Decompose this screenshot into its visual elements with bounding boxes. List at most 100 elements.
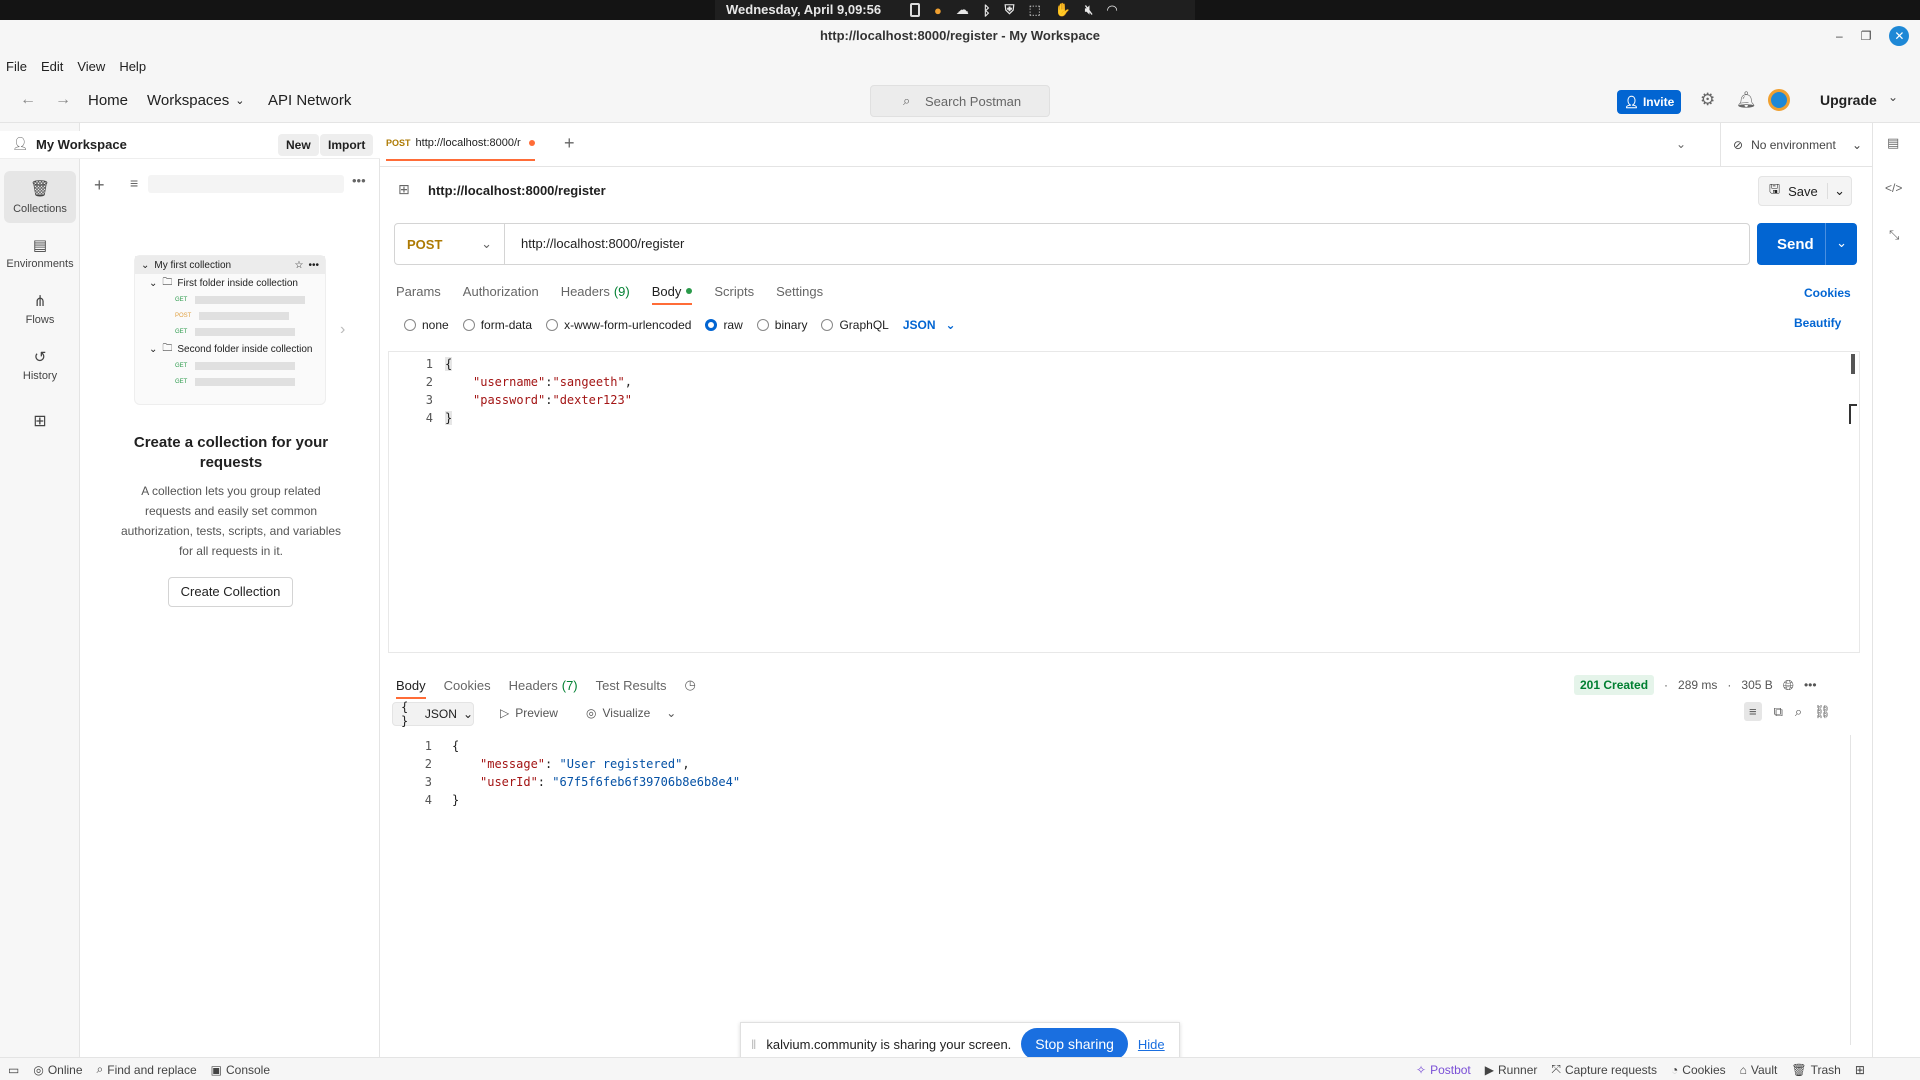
request-tab[interactable]: POST http://localhost:8000/r: [386, 137, 535, 161]
status-badge[interactable]: 201 Created: [1574, 675, 1655, 695]
viewer-scrollbar-track[interactable]: [1850, 735, 1851, 1045]
response-tab-body[interactable]: Body: [396, 678, 426, 699]
import-button[interactable]: Import: [320, 134, 374, 156]
method-select[interactable]: POST ⌄: [395, 224, 505, 264]
response-tab-headers[interactable]: Headers (7): [509, 678, 578, 693]
runner-button[interactable]: ▶ Runner: [1485, 1063, 1538, 1077]
hide-link[interactable]: Hide: [1138, 1037, 1165, 1052]
nav-workspaces[interactable]: Workspaces ⌄: [147, 92, 244, 109]
response-body-viewer[interactable]: 1 2 3 4 { "message": "User registered", …: [388, 735, 1856, 1055]
maximize-icon[interactable]: ❐: [1861, 29, 1872, 43]
nav-home[interactable]: Home: [88, 92, 128, 109]
tabs-dropdown-icon[interactable]: ⌄: [1676, 137, 1686, 151]
cookies-button[interactable]: ◔ Cookies: [1671, 1063, 1726, 1077]
body-type-raw[interactable]: raw: [705, 318, 743, 332]
nav-api-network[interactable]: API Network: [268, 92, 351, 109]
response-format-select[interactable]: { } JSON ⌄: [392, 700, 474, 728]
tab-headers[interactable]: Headers (9): [561, 284, 630, 299]
add-icon[interactable]: +: [94, 175, 105, 196]
menu-file[interactable]: File: [6, 59, 27, 74]
visualize-button[interactable]: ◎ Visualize ⌄: [586, 706, 676, 720]
response-time[interactable]: 289 ms: [1678, 678, 1717, 692]
workspace-name[interactable]: My Workspace: [36, 137, 127, 152]
avatar[interactable]: [1768, 89, 1790, 111]
clipboard-icon[interactable]: [910, 3, 920, 17]
find-replace-button[interactable]: ⌕ Find and replace: [97, 1062, 197, 1077]
wifi-icon[interactable]: ◠: [1107, 2, 1117, 18]
stop-sharing-button[interactable]: Stop sharing: [1021, 1028, 1128, 1060]
weather-icon[interactable]: ●: [934, 3, 942, 18]
back-arrow-icon[interactable]: ←: [20, 91, 36, 109]
globe-icon[interactable]: 🌐︎: [1783, 677, 1794, 694]
rail-more[interactable]: ⊞: [4, 395, 76, 447]
copy-icon[interactable]: ⧉: [1774, 704, 1783, 720]
new-button[interactable]: New: [278, 134, 319, 156]
more-options-icon[interactable]: •••: [352, 173, 366, 188]
tab-params[interactable]: Params: [396, 284, 441, 299]
capture-requests-button[interactable]: ⤧ Capture requests: [1551, 1062, 1657, 1077]
forward-arrow-icon[interactable]: →: [55, 91, 71, 109]
response-size[interactable]: 305 B: [1741, 678, 1772, 692]
rail-history[interactable]: ↺ History: [4, 339, 76, 391]
bluetooth-icon[interactable]: ᛒ: [983, 3, 991, 18]
beautify-button[interactable]: Beautify: [1794, 316, 1841, 330]
hand-icon[interactable]: ✋: [1055, 2, 1071, 18]
rail-flows[interactable]: ⋔ Flows: [4, 283, 76, 335]
invite-button[interactable]: 👤︎ Invite: [1617, 90, 1681, 114]
request-title[interactable]: http://localhost:8000/register: [428, 183, 606, 198]
search-bar[interactable]: ⌕ Search Postman: [870, 85, 1050, 117]
sidebar-search-input[interactable]: [148, 175, 344, 193]
online-status[interactable]: ◎ Online: [33, 1063, 82, 1077]
tab-body[interactable]: Body: [651, 284, 693, 305]
collapse-icon[interactable]: ⤡: [1889, 227, 1899, 243]
create-collection-button[interactable]: Create Collection: [168, 577, 293, 607]
trash-button[interactable]: 🗑︎ Trash: [1791, 1063, 1840, 1077]
wrap-lines-icon[interactable]: ≡: [1744, 702, 1762, 721]
code-snippet-icon[interactable]: </>: [1885, 181, 1902, 195]
toggle-sidebar-icon[interactable]: ▭: [8, 1063, 19, 1077]
search-icon[interactable]: ⌕: [1795, 704, 1802, 720]
postbot-button[interactable]: ✧ Postbot: [1416, 1063, 1471, 1077]
send-options-chevron-icon[interactable]: ⌄: [1825, 223, 1857, 265]
close-icon[interactable]: ✕: [1889, 26, 1910, 46]
response-tab-cookies[interactable]: Cookies: [444, 678, 491, 693]
upgrade-button[interactable]: Upgrade: [1820, 92, 1877, 108]
filter-icon[interactable]: ≡: [130, 175, 138, 191]
vault-button[interactable]: ⌂ Vault: [1740, 1063, 1778, 1077]
menu-edit[interactable]: Edit: [41, 59, 63, 74]
history-icon[interactable]: ◷: [684, 677, 695, 693]
new-tab-plus-icon[interactable]: +: [564, 133, 575, 154]
tab-scripts[interactable]: Scripts: [714, 284, 754, 299]
editor-scrollbar[interactable]: [1851, 354, 1855, 374]
drag-handle-icon[interactable]: ‖: [751, 1037, 756, 1052]
cloud-icon[interactable]: ☁: [956, 2, 969, 18]
body-format-select[interactable]: JSON ⌄: [903, 318, 956, 332]
request-body-editor[interactable]: 1 2 3 4 { "username":"sangeeth", "passwo…: [388, 351, 1860, 653]
layout-toggle-icon[interactable]: ⊞: [1855, 1063, 1865, 1077]
link-icon[interactable]: ⛓: [1814, 704, 1831, 720]
rail-collections[interactable]: 🗑︎ Collections: [4, 171, 76, 223]
console-button[interactable]: ▣ Console: [211, 1063, 270, 1077]
rail-environments[interactable]: ▤ Environments: [4, 227, 76, 279]
body-type-urlencoded[interactable]: x-www-form-urlencoded: [546, 318, 691, 332]
shield-icon[interactable]: ⛨: [1005, 2, 1015, 18]
menu-view[interactable]: View: [77, 59, 105, 74]
menu-help[interactable]: Help: [119, 59, 146, 74]
response-tab-test-results[interactable]: Test Results: [596, 678, 667, 693]
response-more-icon[interactable]: •••: [1804, 678, 1817, 692]
settings-gear-icon[interactable]: ⚙: [1700, 90, 1715, 110]
body-type-none[interactable]: none: [404, 318, 449, 332]
send-button[interactable]: Send ⌄: [1757, 223, 1857, 265]
save-options-chevron-icon[interactable]: ⌄: [1827, 183, 1845, 199]
body-type-graphql[interactable]: GraphQL: [821, 318, 889, 332]
documentation-icon[interactable]: ▤: [1887, 135, 1899, 151]
tab-settings[interactable]: Settings: [776, 284, 823, 299]
notification-bell-icon[interactable]: 🔔︎: [1736, 90, 1756, 110]
cookies-link[interactable]: Cookies: [1804, 286, 1851, 300]
minimize-icon[interactable]: –: [1836, 29, 1843, 43]
url-input[interactable]: http://localhost:8000/register: [521, 236, 684, 251]
volume-muted-icon[interactable]: 🔇︎: [1085, 2, 1093, 18]
body-type-binary[interactable]: binary: [756, 318, 807, 332]
body-type-form-data[interactable]: form-data: [462, 318, 532, 332]
preview-button[interactable]: ▷ Preview: [500, 706, 558, 720]
